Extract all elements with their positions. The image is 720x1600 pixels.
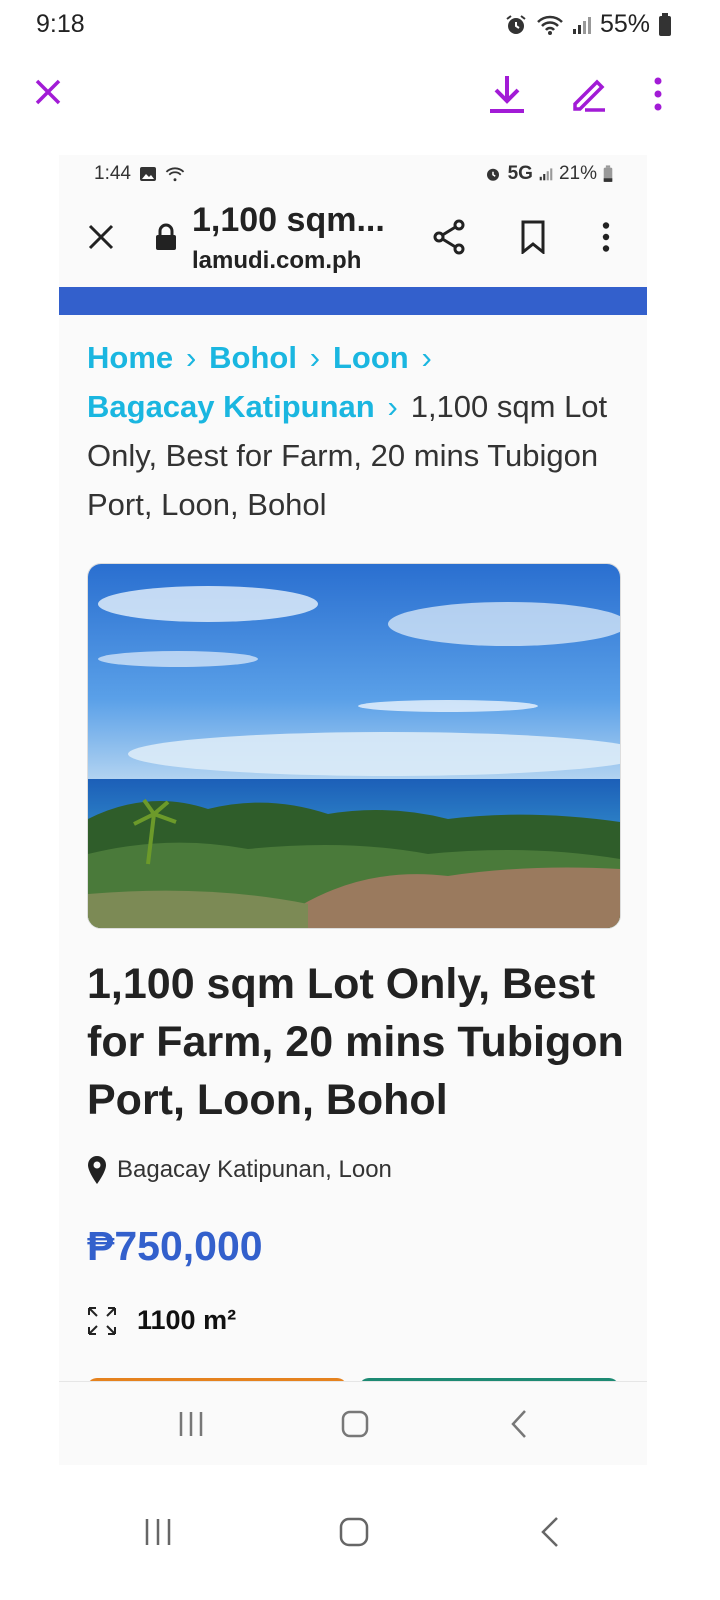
back-icon: [511, 1410, 526, 1438]
signal-icon: [572, 16, 591, 34]
listing-photo[interactable]: [87, 563, 621, 929]
page-title[interactable]: 1,100 sqm...: [192, 201, 385, 240]
wifi-icon: [165, 167, 185, 182]
network-type: 5G: [507, 163, 533, 184]
breadcrumb-home[interactable]: Home: [87, 340, 173, 375]
recents-button[interactable]: [136, 1510, 180, 1554]
screenshot-preview: 1:44 5G 21% 1,100 sqm... lamudi.com.ph H…: [59, 155, 647, 1465]
listing-location: Bagacay Katipunan, Loon: [87, 1155, 392, 1185]
listing-area: 1100 m²: [87, 1305, 236, 1336]
kebab-icon: [654, 77, 662, 111]
home-icon: [339, 1517, 369, 1547]
area-value: 1100 m²: [137, 1305, 237, 1335]
lock-icon: [156, 223, 176, 250]
recents-icon: [145, 1519, 171, 1545]
more-options-button[interactable]: [636, 72, 680, 116]
browser-close-button[interactable]: [83, 219, 119, 255]
location-text: Bagacay Katipunan, Loon: [117, 1156, 392, 1183]
battery-percent: 55%: [599, 10, 650, 38]
breadcrumb: Home › Bohol › Loon › Bagacay Katipunan › 1,100 …: [87, 333, 627, 529]
edit-button[interactable]: [567, 72, 611, 116]
share-icon: [433, 219, 465, 255]
home-icon: [341, 1410, 369, 1438]
landscape-image: [88, 564, 620, 928]
inner-navigation-bar: [59, 1381, 647, 1465]
wifi-icon: [537, 15, 563, 35]
inner-home-button[interactable]: [335, 1404, 375, 1444]
alarm-icon: [486, 168, 499, 181]
home-button[interactable]: [332, 1510, 376, 1554]
inner-status-time: 1:44: [94, 163, 131, 184]
share-button[interactable]: [429, 217, 469, 257]
chevron-right-icon: ›: [185, 340, 197, 375]
close-icon: [35, 79, 61, 105]
back-icon: [541, 1517, 558, 1547]
breadcrumb-loon[interactable]: Loon: [333, 340, 409, 375]
signal-icon: [539, 168, 553, 181]
site-header-bar: [59, 287, 647, 315]
inner-battery-percent: 21%: [558, 163, 597, 184]
status-time: 9:18: [36, 10, 85, 38]
page-url[interactable]: lamudi.com.ph: [192, 247, 361, 275]
battery-icon: [603, 165, 613, 182]
navigation-bar: [0, 1490, 720, 1570]
inner-back-button[interactable]: [499, 1404, 539, 1444]
kebab-icon: [602, 222, 610, 252]
alarm-icon: [506, 14, 526, 34]
listing-title: 1,100 sqm Lot Only, Best for Farm, 20 mi…: [87, 960, 624, 1124]
back-button[interactable]: [528, 1510, 572, 1554]
bookmark-button[interactable]: [513, 217, 553, 257]
chevron-right-icon: ›: [421, 340, 432, 375]
bookmark-icon: [521, 220, 545, 254]
image-icon: [139, 167, 156, 181]
browser-more-button[interactable]: [589, 217, 623, 257]
chevron-right-icon: ›: [387, 389, 398, 424]
inner-status-bar: 1:44 5G 21%: [59, 155, 647, 195]
breadcrumb-bohol[interactable]: Bohol: [209, 340, 297, 375]
close-button[interactable]: [26, 70, 70, 114]
listing-price: ₱750,000: [87, 1223, 263, 1269]
browser-address-bar: 1,100 sqm... lamudi.com.ph: [59, 195, 647, 287]
map-pin-icon: [88, 1156, 106, 1184]
pen-icon: [573, 79, 605, 112]
download-button[interactable]: [485, 72, 529, 116]
expand-icon: [88, 1306, 116, 1335]
inner-recents-button[interactable]: [171, 1404, 211, 1444]
battery-icon: [659, 12, 671, 36]
download-icon: [490, 76, 524, 113]
status-icons: 55%: [504, 10, 672, 39]
breadcrumb-bagacay-katipunan[interactable]: Bagacay Katipunan: [87, 389, 375, 424]
chevron-right-icon: ›: [309, 340, 321, 375]
recents-icon: [179, 1412, 203, 1436]
close-icon: [88, 224, 114, 250]
